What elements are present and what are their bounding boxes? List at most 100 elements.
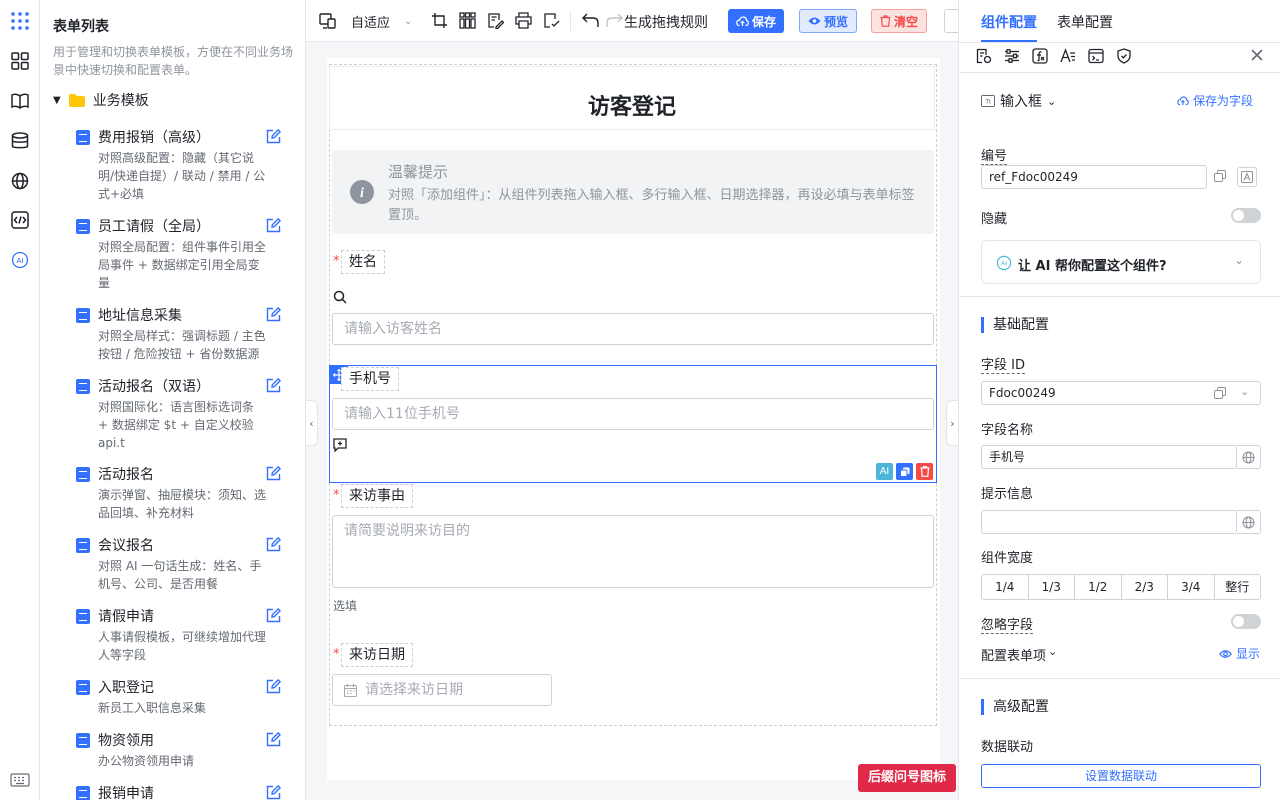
ai-assist-icon[interactable]: AI xyxy=(876,463,893,480)
ai-icon: AI xyxy=(996,255,1012,271)
title-block[interactable]: 访客登记 xyxy=(329,66,935,130)
save-as-field-button[interactable]: 保存为字段 xyxy=(1177,92,1253,109)
required-mark: * xyxy=(333,254,340,269)
date-picker[interactable]: 请选择来访日期 xyxy=(332,674,552,706)
document-icon xyxy=(76,609,90,624)
clear-button[interactable]: 清空 xyxy=(871,9,928,33)
book-icon[interactable] xyxy=(9,90,31,112)
tab-component-config[interactable]: 组件配置 xyxy=(981,12,1037,32)
edit-icon[interactable] xyxy=(266,466,281,481)
reason-textarea[interactable]: 请简要说明来访目的 xyxy=(332,515,934,588)
width-option[interactable]: 1/2 xyxy=(1075,575,1122,599)
layout-select[interactable]: 自适应 ⌄ xyxy=(351,12,412,31)
width-option[interactable]: 1/3 xyxy=(1029,575,1075,599)
search-icon[interactable] xyxy=(333,290,347,304)
tip-title: 温馨提示 xyxy=(388,163,449,181)
component-type-select[interactable]: Tt 输入框 ⌄ xyxy=(981,91,1056,111)
folder-icon xyxy=(68,93,85,107)
tab-divider xyxy=(959,42,1280,43)
collapse-right-button[interactable]: › xyxy=(946,400,958,446)
shield-icon[interactable] xyxy=(1116,48,1132,64)
edit-icon[interactable] xyxy=(266,537,281,552)
show-button[interactable]: 显示 xyxy=(1219,645,1260,662)
phone-input[interactable]: 请输入11位手机号 xyxy=(332,398,934,430)
generate-drag-rules-button[interactable]: 生成拖拽规则 xyxy=(624,12,708,32)
text-format-icon[interactable] xyxy=(1237,167,1257,187)
edit-icon[interactable] xyxy=(266,679,281,694)
edit-icon[interactable] xyxy=(266,307,281,322)
copy-icon[interactable] xyxy=(1214,387,1226,399)
device-icon[interactable] xyxy=(319,12,337,30)
import-icon[interactable] xyxy=(543,12,560,29)
document-icon xyxy=(76,467,90,482)
close-icon[interactable] xyxy=(1251,49,1263,61)
config-items-toggle[interactable]: 配置表单项 ⌄ xyxy=(981,645,1057,664)
grid-icon[interactable] xyxy=(459,12,476,29)
suffix-question-icon-button[interactable]: 后缀问号图标 xyxy=(858,764,957,792)
field-name-input[interactable]: 手机号 xyxy=(981,445,1237,469)
text-style-icon[interactable] xyxy=(1060,48,1076,64)
section-divider xyxy=(959,678,1280,679)
svg-text:Tt: Tt xyxy=(985,100,991,106)
folder-label: 业务模板 xyxy=(92,93,149,109)
collapse-left-button[interactable]: ‹ xyxy=(306,400,318,446)
edit-icon[interactable] xyxy=(266,785,281,800)
config-panel: 组件配置 表单配置 Tt 输入框 ⌄ 保存为字段 编号 ref_Fdoc0024… xyxy=(958,0,1280,800)
ignore-field-toggle[interactable] xyxy=(1231,614,1261,629)
more-button[interactable] xyxy=(944,9,958,33)
message-plus-icon[interactable] xyxy=(333,438,347,452)
print-icon[interactable] xyxy=(515,12,532,29)
preview-button[interactable]: 预览 xyxy=(799,9,858,33)
edit-icon[interactable] xyxy=(266,732,281,747)
hint-label: 提示信息 xyxy=(981,487,1034,502)
database-icon[interactable] xyxy=(9,130,31,152)
id-input[interactable]: ref_Fdoc00249 xyxy=(981,165,1207,189)
width-option[interactable]: 2/3 xyxy=(1122,575,1168,599)
document-icon xyxy=(76,130,90,145)
tab-form-config[interactable]: 表单配置 xyxy=(1057,12,1113,32)
grid-dots-icon[interactable] xyxy=(9,10,31,32)
hint-input[interactable] xyxy=(981,510,1237,534)
ai-config-card[interactable]: AI 让 AI 帮你配置这个组件? ⌄ xyxy=(981,240,1261,284)
clear-label: 清空 xyxy=(894,14,919,29)
ai-icon[interactable]: AI xyxy=(9,249,31,271)
hidden-toggle[interactable] xyxy=(1231,208,1261,223)
delete-icon[interactable] xyxy=(916,463,933,480)
sliders-icon[interactable] xyxy=(1004,48,1020,64)
set-linkage-button[interactable]: 设置数据联动 xyxy=(981,764,1261,788)
chevron-down-icon[interactable]: ⌄ xyxy=(1240,385,1249,398)
template-name: 请假申请 xyxy=(98,609,154,625)
function-icon[interactable] xyxy=(1032,48,1048,64)
cloud-upload-icon xyxy=(1177,95,1189,106)
redo-icon[interactable] xyxy=(606,12,623,29)
form-settings-icon[interactable] xyxy=(976,48,992,64)
folder-business-templates[interactable]: ▼ 业务模板 xyxy=(53,90,149,110)
tip-alert[interactable]: i 温馨提示 对照「添加组件」：从组件列表拖入输入框、多行输入框、日期选择器，再… xyxy=(332,150,934,234)
edit-icon[interactable] xyxy=(266,378,281,393)
globe-icon[interactable] xyxy=(9,170,31,192)
template-name: 活动报名（双语） xyxy=(98,379,210,395)
edit-doc-icon[interactable] xyxy=(487,12,504,29)
code-icon[interactable] xyxy=(9,209,31,231)
save-button[interactable]: 保存 xyxy=(728,9,785,33)
chevron-down-icon: ⌄ xyxy=(404,16,413,27)
name-input[interactable]: 请输入访客姓名 xyxy=(332,313,934,345)
edit-icon[interactable] xyxy=(266,129,281,144)
width-option[interactable]: 3/4 xyxy=(1168,575,1215,599)
edit-icon[interactable] xyxy=(266,218,281,233)
width-option[interactable]: 1/4 xyxy=(982,575,1029,599)
copy-icon[interactable] xyxy=(896,463,913,480)
width-option[interactable]: 整行 xyxy=(1215,575,1261,599)
undo-icon[interactable] xyxy=(582,12,599,29)
template-desc: 人事请假模板，可继续增加代理人等字段 xyxy=(98,630,267,662)
edit-icon[interactable] xyxy=(266,608,281,623)
config-items-label: 配置表单项 xyxy=(981,649,1047,664)
components-icon[interactable] xyxy=(9,50,31,72)
globe-icon[interactable] xyxy=(1237,510,1261,534)
code-window-icon[interactable] xyxy=(1088,48,1104,64)
keyboard-icon[interactable] xyxy=(9,769,31,791)
globe-icon[interactable] xyxy=(1237,445,1261,469)
panel-title: 表单列表 xyxy=(53,19,109,35)
copy-icon[interactable] xyxy=(1214,170,1226,182)
crop-icon[interactable] xyxy=(431,12,448,29)
